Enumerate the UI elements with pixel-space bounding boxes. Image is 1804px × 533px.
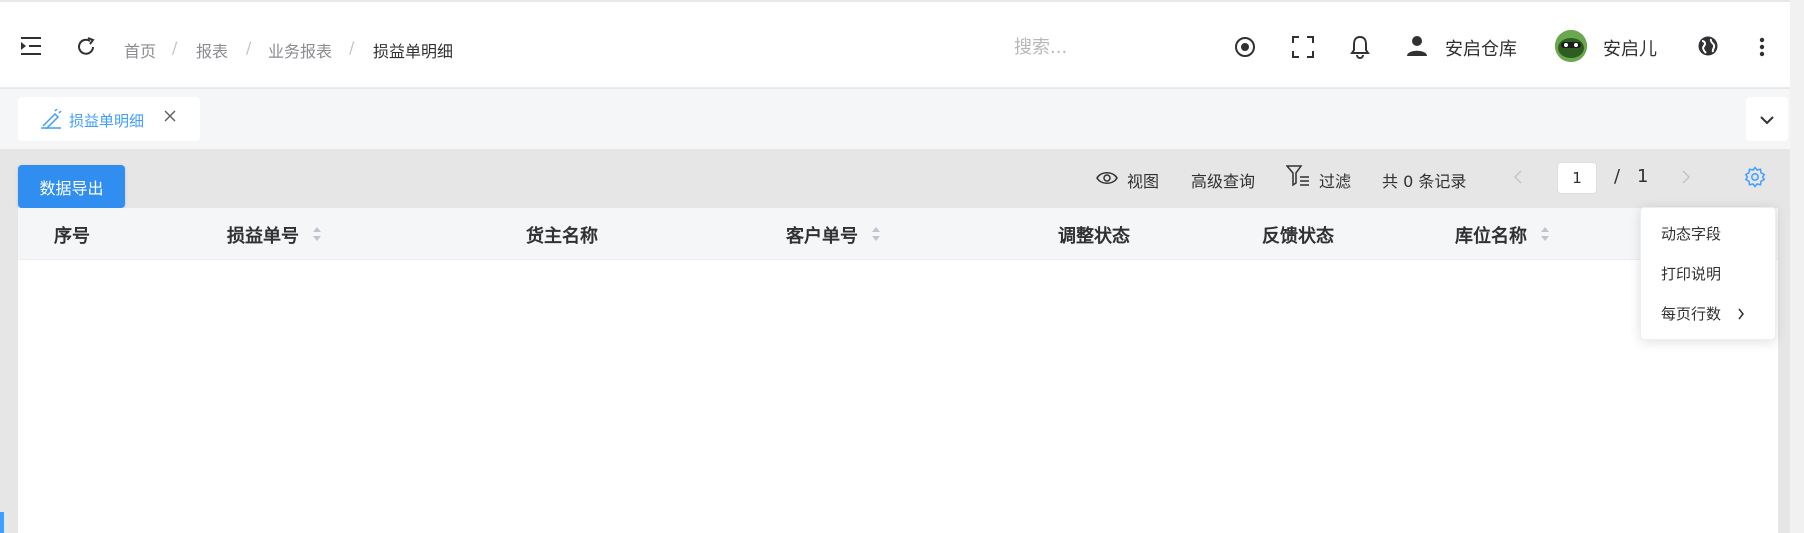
tab-loss-profit-detail[interactable]: 损益单明细 <box>18 97 200 141</box>
breadcrumb-reports[interactable]: 报表 <box>196 38 228 62</box>
edit-pen-icon <box>40 108 62 133</box>
menu-item-rows-per-page[interactable]: 每页行数 <box>1661 303 1721 324</box>
breadcrumb-business-reports[interactable]: 业务报表 <box>268 38 332 62</box>
breadcrumb-current: 损益单明细 <box>373 42 454 61</box>
total-pages: 1 <box>1637 166 1649 187</box>
breadcrumb-home[interactable]: 首页 <box>124 38 156 62</box>
record-count: 共 0 条记录 <box>1382 172 1467 191</box>
table-header: 序号 损益单号 货主名称 客户单号 调整状态 反馈状态 库位名称 <box>18 208 1778 260</box>
export-data-button[interactable]: 数据导出 <box>18 165 125 208</box>
tab-label: 损益单明细 <box>69 112 145 130</box>
left-edge-indicator <box>0 512 4 533</box>
filter-button[interactable]: 过滤 <box>1319 168 1351 192</box>
column-header-index: 序号 <box>54 226 90 247</box>
column-header-adjust-status: 调整状态 <box>1058 226 1130 247</box>
column-header-location-name[interactable]: 库位名称 <box>1455 222 1527 248</box>
tabs-dropdown-button[interactable] <box>1746 97 1788 141</box>
sort-icon[interactable] <box>871 225 881 243</box>
column-header-feedback-status: 反馈状态 <box>1262 226 1334 247</box>
warehouse-name[interactable]: 安启仓库 <box>1445 35 1517 61</box>
next-page-icon[interactable] <box>1678 168 1694 186</box>
page-number-input[interactable] <box>1557 162 1597 194</box>
breadcrumb-separator: / <box>246 38 252 57</box>
table-body <box>18 260 1778 533</box>
breadcrumb-separator: / <box>349 38 355 57</box>
close-icon[interactable] <box>163 108 177 127</box>
menu-fold-icon[interactable] <box>18 34 44 58</box>
filter-icon[interactable] <box>1286 165 1310 187</box>
column-header-loss-order-no[interactable]: 损益单号 <box>227 222 299 248</box>
tags-bar: 损益单明细 <box>0 89 1790 149</box>
top-header: 首页 / 报表 / 业务报表 / 损益单明细 安启仓库 安启儿 <box>0 0 1790 88</box>
more-vertical-icon[interactable] <box>1754 35 1770 59</box>
advanced-query-button[interactable]: 高级查询 <box>1191 168 1255 192</box>
target-icon[interactable] <box>1233 35 1257 59</box>
column-header-owner-name: 货主名称 <box>526 226 598 247</box>
globe-icon[interactable] <box>1696 34 1720 58</box>
gear-icon[interactable] <box>1743 165 1767 189</box>
prev-page-icon[interactable] <box>1510 168 1526 186</box>
chevron-down-icon <box>1759 110 1775 129</box>
username[interactable]: 安启儿 <box>1603 35 1657 61</box>
bell-icon[interactable] <box>1348 34 1372 60</box>
menu-item-dynamic-fields[interactable]: 动态字段 <box>1661 223 1721 244</box>
page-separator: / <box>1614 166 1621 187</box>
user-icon <box>1406 34 1428 58</box>
refresh-icon[interactable] <box>74 35 98 59</box>
data-table: 序号 损益单号 货主名称 客户单号 调整状态 反馈状态 库位名称 <box>18 208 1778 533</box>
sort-icon[interactable] <box>1540 225 1550 243</box>
settings-dropdown-menu: 动态字段 打印说明 每页行数 <box>1640 207 1776 340</box>
page-scrollbar[interactable] <box>1790 0 1804 533</box>
eye-icon[interactable] <box>1095 168 1119 188</box>
menu-item-print-instructions[interactable]: 打印说明 <box>1661 263 1721 284</box>
chevron-right-icon <box>1737 306 1745 325</box>
sort-icon[interactable] <box>312 225 322 243</box>
avatar[interactable] <box>1555 30 1587 62</box>
breadcrumb-separator: / <box>172 38 178 57</box>
view-button[interactable]: 视图 <box>1127 168 1159 192</box>
column-header-customer-order-no[interactable]: 客户单号 <box>786 222 858 248</box>
search-input[interactable] <box>1012 30 1182 64</box>
fullscreen-icon[interactable] <box>1291 35 1315 59</box>
